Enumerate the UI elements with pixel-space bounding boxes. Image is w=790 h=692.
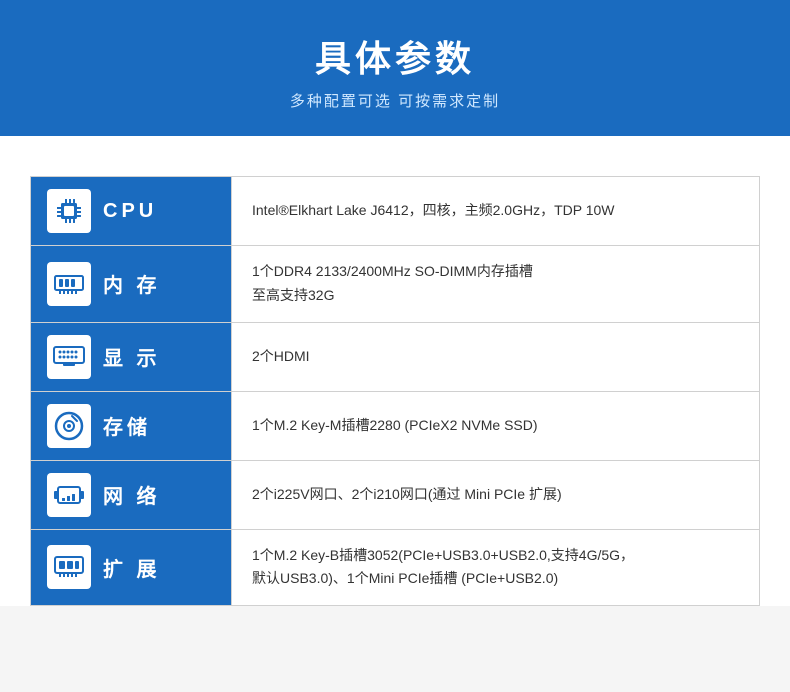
spec-label-memory: 内 存 xyxy=(31,246,231,322)
spec-value-memory: 1个DDR4 2133/2400MHz SO-DIMM内存插槽 至高支持32G xyxy=(231,246,759,322)
spec-value-text-expansion: 1个M.2 Key-B插槽3052(PCIe+USB3.0+USB2.0,支持4… xyxy=(252,544,739,592)
spec-label-network: 网 络 xyxy=(31,461,231,529)
spec-value-storage: 1个M.2 Key-M插槽2280 (PCIeX2 NVMe SSD) xyxy=(231,392,759,460)
spec-value-text-memory: 1个DDR4 2133/2400MHz SO-DIMM内存插槽 至高支持32G xyxy=(252,260,739,308)
page-wrapper: 具体参数 多种配置可选 可按需求定制 xyxy=(0,0,790,606)
spec-row-cpu: CPU Intel®Elkhart Lake J6412，四核，主频2.0GHz… xyxy=(31,177,759,246)
network-icon xyxy=(47,473,91,517)
storage-icon xyxy=(47,404,91,448)
display-icon xyxy=(47,335,91,379)
spec-value-cpu: Intel®Elkhart Lake J6412，四核，主频2.0GHz，TDP… xyxy=(231,177,759,245)
spec-value-expansion: 1个M.2 Key-B插槽3052(PCIe+USB3.0+USB2.0,支持4… xyxy=(231,530,759,606)
spec-row-display: 显 示 2个HDMI xyxy=(31,323,759,392)
spacer xyxy=(0,136,790,176)
expansion-icon xyxy=(47,545,91,589)
spec-row-storage: 存储 1个M.2 Key-M插槽2280 (PCIeX2 NVMe SSD) xyxy=(31,392,759,461)
spec-value-display: 2个HDMI xyxy=(231,323,759,391)
spec-value-network: 2个i225V网口、2个i210网口(通过 Mini PCIe 扩展) xyxy=(231,461,759,529)
memory-icon xyxy=(47,262,91,306)
spec-value-text-cpu: Intel®Elkhart Lake J6412，四核，主频2.0GHz，TDP… xyxy=(252,199,739,223)
spec-label-text-storage: 存储 xyxy=(103,411,151,440)
spec-label-text-memory: 内 存 xyxy=(103,269,161,298)
spec-row-network: 网 络 2个i225V网口、2个i210网口(通过 Mini PCIe 扩展) xyxy=(31,461,759,530)
header-title: 具体参数 xyxy=(20,30,770,82)
spec-value-text-storage: 1个M.2 Key-M插槽2280 (PCIeX2 NVMe SSD) xyxy=(252,414,739,438)
spec-label-text-expansion: 扩 展 xyxy=(103,553,161,582)
header-subtitle: 多种配置可选 可按需求定制 xyxy=(20,90,770,111)
spec-row-memory: 内 存 1个DDR4 2133/2400MHz SO-DIMM内存插槽 至高支持… xyxy=(31,246,759,323)
spec-label-text-display: 显 示 xyxy=(103,342,161,371)
spec-label-cpu: CPU xyxy=(31,177,231,245)
spec-label-text-network: 网 络 xyxy=(103,480,161,509)
spec-label-storage: 存储 xyxy=(31,392,231,460)
spec-label-text-cpu: CPU xyxy=(103,200,157,223)
spec-label-display: 显 示 xyxy=(31,323,231,391)
spec-label-expansion: 扩 展 xyxy=(31,530,231,606)
spec-row-expansion: 扩 展 1个M.2 Key-B插槽3052(PCIe+USB3.0+USB2.0… xyxy=(31,530,759,606)
spec-table: CPU Intel®Elkhart Lake J6412，四核，主频2.0GHz… xyxy=(30,176,760,606)
spec-value-text-network: 2个i225V网口、2个i210网口(通过 Mini PCIe 扩展) xyxy=(252,483,739,507)
cpu-icon xyxy=(47,189,91,233)
spec-value-text-display: 2个HDMI xyxy=(252,345,739,369)
header-banner: 具体参数 多种配置可选 可按需求定制 xyxy=(0,0,790,136)
